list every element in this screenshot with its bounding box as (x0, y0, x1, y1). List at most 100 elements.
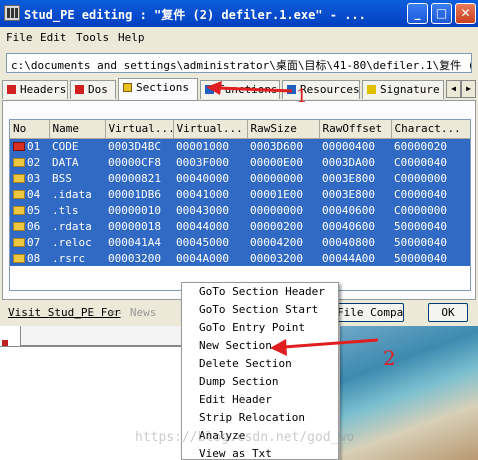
tab-dos[interactable]: Dos (70, 80, 116, 99)
background-red-mark (2, 340, 8, 346)
cell-no: 03 (10, 170, 49, 186)
row-number: 02 (27, 155, 41, 169)
col-header-no[interactable]: No (10, 120, 50, 139)
menu-edit[interactable]: Edit (40, 31, 67, 44)
cell-rawsize: 00000000 (247, 202, 319, 218)
folder-icon (13, 205, 25, 215)
folder-icon (13, 221, 25, 231)
row-number: 01 (27, 139, 41, 153)
annotation-arrow-2-icon (270, 338, 379, 356)
close-button[interactable]: ✕ (455, 3, 476, 24)
table-row[interactable]: 08 .rsrc 00003200 0004A000 00003200 00044A00 5… (10, 250, 470, 266)
table-row[interactable]: 07 .reloc 000041A4 00045000 00004200 00040800… (10, 234, 470, 250)
cell-rawoffset: 00000400 (319, 138, 391, 154)
tab-scroll-buttons: ◀ ▶ (446, 80, 476, 98)
sections-panel: No Name Virtual... Virtual... RawSize Ra… (2, 100, 476, 300)
window-title: Stud_PE editing : "复件 (2) defiler.1.exe"… (24, 8, 366, 22)
watermark-text: https://blog.csdn.net/god_wo (135, 430, 355, 445)
file-compare-button[interactable]: File Compare (336, 303, 404, 322)
table-row[interactable]: 05 .tls 00000010 00043000 00000000 00040600 C0… (10, 202, 470, 218)
cell-no: 01 (10, 138, 49, 154)
table-row[interactable]: 03 BSS 00000821 00040000 00000000 0003E800 C00… (10, 170, 470, 186)
table-row[interactable]: 04 .idata 00001DB6 00041000 00001E00 0003E800… (10, 186, 470, 202)
folder-icon (13, 157, 25, 167)
cell-charact: 60000020 (391, 138, 470, 154)
news-link[interactable]: <- News (110, 306, 156, 319)
file-path-field[interactable]: c:\documents and settings\administrator\… (6, 53, 472, 73)
cell-rawoffset: 0003E800 (319, 170, 391, 186)
tab-scroll-left-icon[interactable]: ◀ (446, 80, 461, 98)
background-window-fragment (20, 326, 190, 346)
ctx-dump-section[interactable]: Dump Section (182, 373, 338, 391)
ctx-view-as-txt[interactable]: View as Txt (182, 445, 338, 460)
minimize-button[interactable]: _ (407, 3, 428, 24)
title-bar[interactable]: Stud_PE editing : "复件 (2) defiler.1.exe"… (0, 0, 478, 27)
menu-tools[interactable]: Tools (76, 31, 109, 44)
maximize-button[interactable]: □ (431, 3, 452, 24)
tab-signature-label: Signature (380, 83, 440, 96)
annotation-label-1: 1 (296, 86, 308, 107)
cell-rawsize: 00000200 (247, 218, 319, 234)
row-number: 08 (27, 251, 41, 265)
tab-signature[interactable]: Signature (362, 80, 444, 99)
tab-scroll-right-icon[interactable]: ▶ (461, 80, 476, 98)
cell-name: .reloc (49, 234, 105, 250)
background-divider (0, 346, 182, 347)
tab-sections[interactable]: Sections (118, 78, 198, 100)
cell-no: 05 (10, 202, 49, 218)
table-row[interactable]: 01 CODE 0003D4BC 00001000 0003D600 00000400 60… (10, 138, 470, 154)
ctx-strip-relocation[interactable]: Strip Relocation (182, 409, 338, 427)
sections-table: No Name Virtual... Virtual... RawSize Ra… (10, 120, 470, 266)
cell-vaddr: 00045000 (173, 234, 247, 250)
cell-rawoffset: 00040600 (319, 202, 391, 218)
row-number: 03 (27, 171, 41, 185)
col-header-rawsize[interactable]: RawSize (247, 120, 320, 139)
sections-tab-icon (123, 83, 132, 92)
table-row[interactable]: 02 DATA 00000CF8 0003F000 00000E00 0003DA00 C0… (10, 154, 470, 170)
cell-rawsize: 00003200 (247, 250, 319, 266)
cell-vsize: 00000821 (105, 170, 173, 186)
cell-name: .rdata (49, 218, 105, 234)
cell-no: 06 (10, 218, 49, 234)
cell-charact: 50000040 (391, 250, 470, 266)
col-header-virtual-address[interactable]: Virtual... (173, 120, 248, 139)
cell-vaddr: 00001000 (173, 138, 247, 154)
col-header-rawoffset[interactable]: RawOffset (319, 120, 392, 139)
cell-vsize: 00000010 (105, 202, 173, 218)
cell-charact: 50000040 (391, 218, 470, 234)
cell-vsize: 00000018 (105, 218, 173, 234)
visit-stud-pe-link[interactable]: Visit Stud_PE For (8, 306, 121, 319)
cell-rawoffset: 00040600 (319, 218, 391, 234)
table-row[interactable]: 06 .rdata 00000018 00044000 00000200 00040600… (10, 218, 470, 234)
ctx-goto-section-header[interactable]: GoTo Section Header (182, 283, 338, 301)
cell-vsize: 00000CF8 (105, 154, 173, 170)
cell-vsize: 000041A4 (105, 234, 173, 250)
cell-name: .idata (49, 186, 105, 202)
cell-name: CODE (49, 138, 105, 154)
tab-headers[interactable]: Headers (2, 80, 68, 99)
cell-rawsize: 0003D600 (247, 138, 319, 154)
sections-list[interactable]: No Name Virtual... Virtual... RawSize Ra… (9, 119, 471, 291)
menu-file[interactable]: File (6, 31, 33, 44)
cell-vaddr: 00040000 (173, 170, 247, 186)
cell-rawsize: 00000E00 (247, 154, 319, 170)
cell-no: 02 (10, 154, 49, 170)
col-header-characteristics[interactable]: Charact... (391, 120, 470, 139)
col-header-virtual-size[interactable]: Virtual... (105, 120, 174, 139)
cell-vsize: 0003D4BC (105, 138, 173, 154)
cell-name: .rsrc (49, 250, 105, 266)
annotation-arrow-1-icon (206, 81, 293, 95)
ok-button[interactable]: OK (428, 303, 468, 322)
ctx-edit-header[interactable]: Edit Header (182, 391, 338, 409)
menu-help[interactable]: Help (118, 31, 145, 44)
cell-no: 08 (10, 250, 49, 266)
col-header-name[interactable]: Name (49, 120, 106, 139)
cell-rawoffset: 0003DA00 (319, 154, 391, 170)
signature-tab-icon (367, 85, 376, 94)
menu-bar: File Edit Tools Help (0, 27, 478, 49)
ctx-goto-section-start[interactable]: GoTo Section Start (182, 301, 338, 319)
tab-sections-label: Sections (136, 81, 189, 94)
cell-vsize: 00003200 (105, 250, 173, 266)
cell-rawoffset: 00044A00 (319, 250, 391, 266)
cell-vaddr: 00043000 (173, 202, 247, 218)
